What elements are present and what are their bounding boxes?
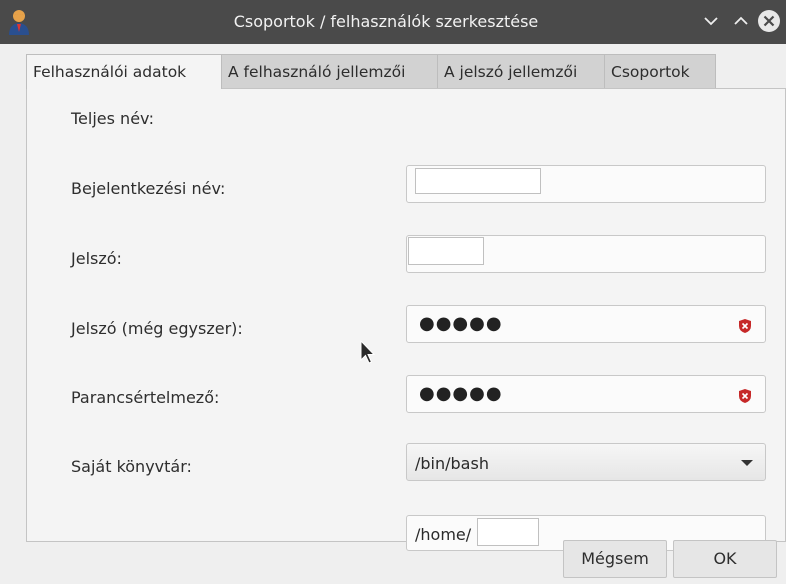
password-again-warning-icon (739, 388, 751, 403)
login-name-label: Bejelentkezési név: (71, 179, 226, 198)
window-titlebar[interactable]: Csoportok / felhasználók szerkesztése (0, 0, 786, 44)
tab-password-properties[interactable]: A jelszó jellemzői (437, 54, 605, 88)
password-value: ●●●●● (419, 313, 503, 334)
home-dir-label: Saját könyvtár: (71, 457, 192, 476)
password-warning-icon (739, 318, 751, 333)
redacted-block (408, 237, 484, 265)
password-again-value: ●●●●● (419, 383, 503, 404)
window-title: Csoportok / felhasználók szerkesztése (233, 12, 539, 31)
tab-user-data[interactable]: Felhasználói adatok (26, 54, 222, 89)
login-name-field[interactable] (406, 235, 766, 273)
shell-combobox[interactable]: /bin/bash (406, 443, 766, 481)
home-dir-value: /home/ (415, 525, 472, 544)
tab-panel: Teljes név: Bejelentkezési név: Jelszó: … (26, 88, 786, 551)
password-again-field[interactable]: ●●●●● (406, 375, 766, 413)
tab-user-properties[interactable]: A felhasználó jellemzői (221, 54, 438, 88)
shell-value: /bin/bash (415, 454, 489, 473)
password-again-label: Jelszó (még egyszer): (71, 319, 243, 338)
shell-label: Parancsértelmező: (71, 388, 220, 407)
chevron-down-icon (741, 460, 753, 466)
redacted-block (477, 518, 539, 546)
cancel-button[interactable]: Mégsem (563, 540, 667, 578)
full-name-label: Teljes név: (71, 109, 155, 128)
password-label: Jelszó: (71, 249, 122, 268)
minimize-icon[interactable] (698, 8, 724, 34)
dialog-body: Felhasználói adatok A felhasználó jellem… (0, 44, 786, 584)
full-name-field[interactable] (406, 165, 766, 203)
maximize-icon[interactable] (728, 8, 754, 34)
redacted-block (415, 168, 541, 194)
tab-bar: Felhasználói adatok A felhasználó jellem… (26, 54, 716, 89)
ok-button[interactable]: OK (673, 540, 777, 578)
close-icon[interactable] (756, 8, 782, 34)
mouse-pointer-icon (360, 339, 376, 366)
password-field[interactable]: ●●●●● (406, 305, 766, 343)
tab-groups[interactable]: Csoportok (604, 54, 716, 88)
